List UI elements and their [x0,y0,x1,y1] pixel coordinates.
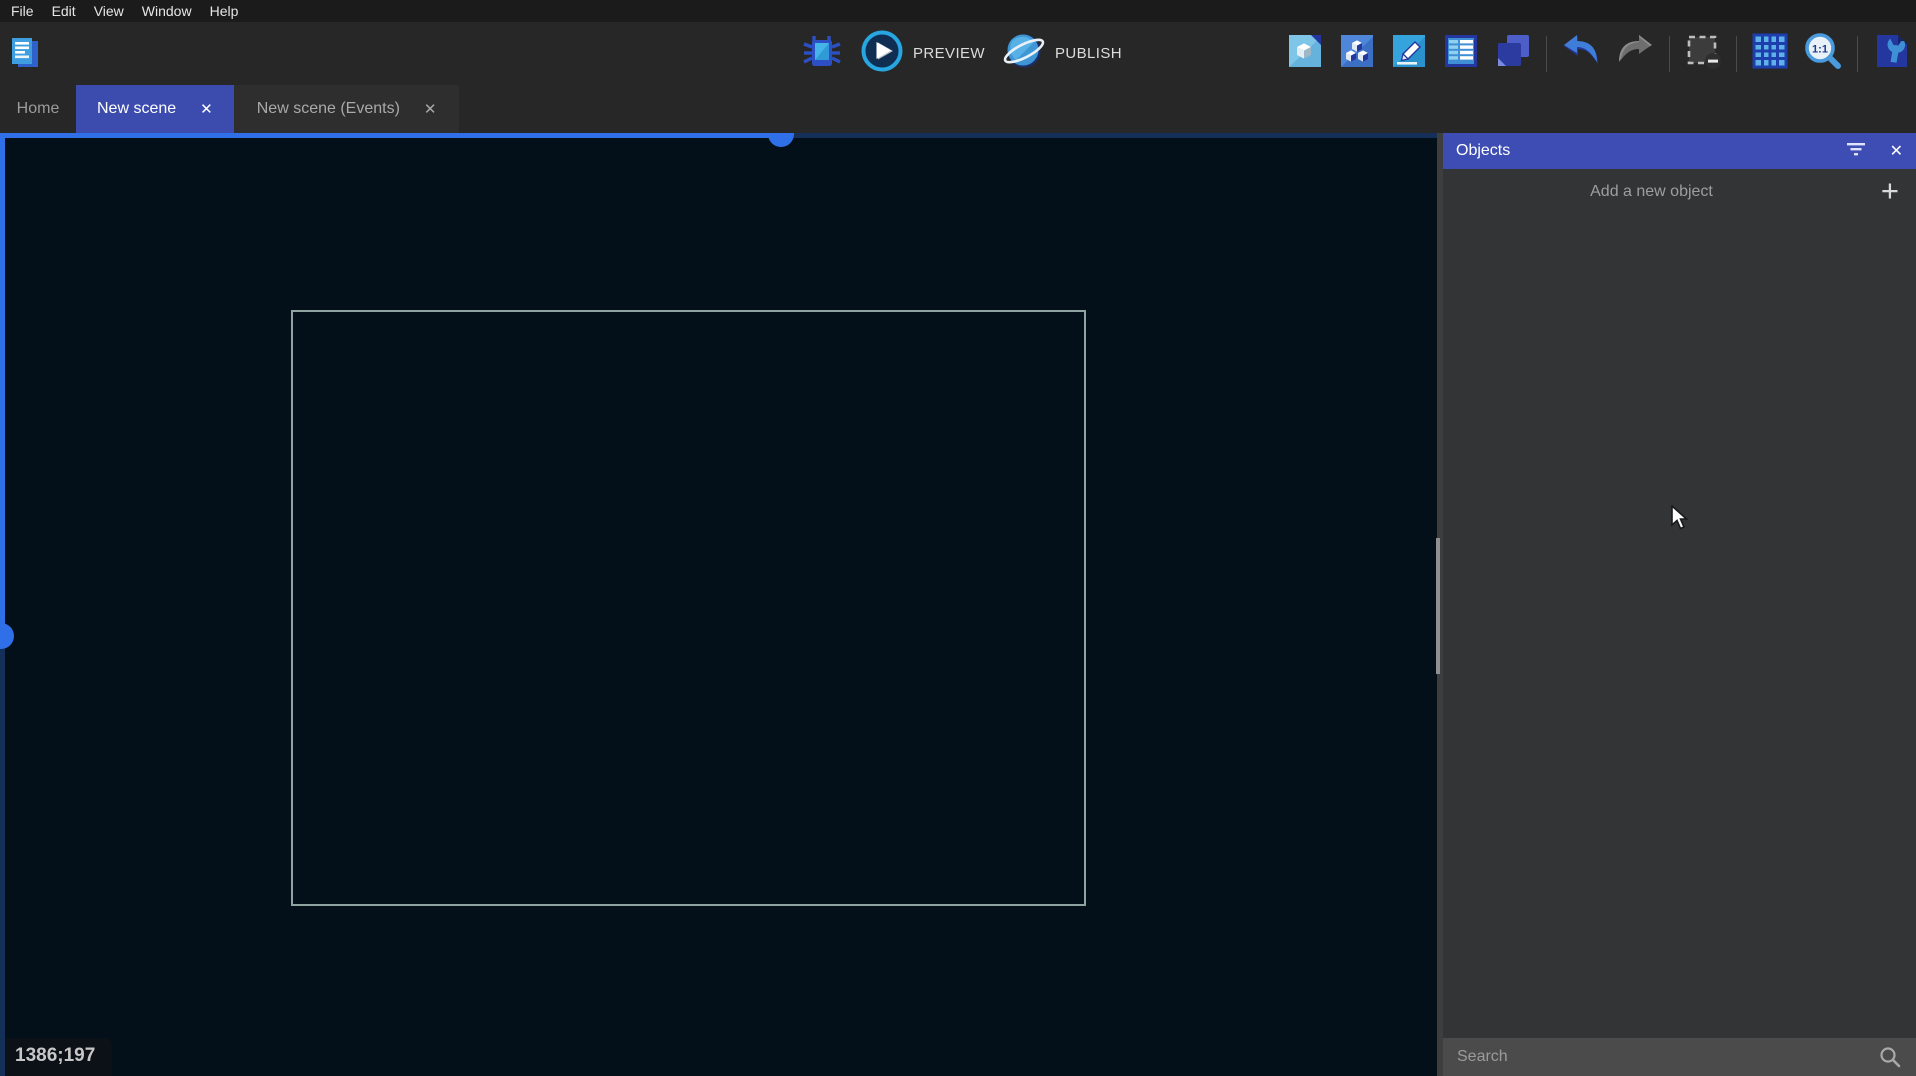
grid-button[interactable] [1751,32,1789,75]
menu-file[interactable]: File [2,0,43,22]
object-groups-button[interactable] [1338,32,1376,75]
filter-button[interactable] [1846,141,1866,162]
scene-properties-button[interactable] [1872,32,1910,75]
toolbar-separator [1736,36,1737,72]
publish-button[interactable]: PUBLISH [1002,29,1122,78]
filter-icon [1846,141,1866,162]
redo-button[interactable] [1615,33,1655,74]
panel-resize-handle[interactable] [1436,538,1440,674]
properties-button[interactable] [1390,32,1428,75]
main-area: 1386;197 Objects ✕ Add a new object + [0,133,1916,1076]
preview-play-icon [860,29,904,78]
toolbar: PREVIEW PUBLISH [0,22,1916,85]
tab-bar: Home New scene ✕ New scene (Events) ✕ [0,85,1916,133]
menu-window[interactable]: Window [133,0,201,22]
zoom-original-button[interactable]: 1:1 [1803,31,1843,76]
layers-icon [1494,32,1532,75]
preview-label: PREVIEW [913,45,985,62]
layers-button[interactable] [1494,32,1532,75]
objects-panel-header: Objects ✕ [1443,133,1916,169]
undo-arrow-icon [1561,33,1601,74]
project-manager-icon [7,35,43,76]
toolbar-separator [1857,36,1858,72]
project-manager-button[interactable] [7,35,43,76]
objects-panel-close-button[interactable]: ✕ [1890,141,1903,161]
tab-home-label: Home [17,100,60,118]
add-new-object-label: Add a new object [1443,183,1860,201]
svg-text:1:1: 1:1 [1812,44,1828,56]
tab-new-scene-events[interactable]: New scene (Events) ✕ [234,85,460,133]
add-new-object-button[interactable]: Add a new object + [1443,169,1916,215]
menu-view[interactable]: View [85,0,133,22]
tab-home[interactable]: Home [0,85,76,133]
zoom-1-1-icon: 1:1 [1803,31,1843,76]
objects-editor-icon [1286,32,1324,75]
menu-bar: File Edit View Window Help [0,0,1916,22]
deselect-dashed-square-icon [1684,32,1722,75]
objects-search-input[interactable] [1457,1048,1878,1066]
menu-edit[interactable]: Edit [43,0,85,22]
publish-planet-icon [1002,29,1046,78]
objects-list-empty-area[interactable] [1443,215,1916,1038]
game-resolution-frame [291,310,1086,906]
tab-close-icon[interactable]: ✕ [424,100,437,118]
objects-panel: Objects ✕ Add a new object + [1443,133,1916,1076]
debugger-button[interactable] [801,30,843,77]
tab-close-icon[interactable]: ✕ [200,100,213,118]
properties-pencil-icon [1390,32,1428,75]
scene-properties-wrench-icon [1872,32,1910,75]
instances-list-icon [1442,32,1480,75]
panel-resize-divider[interactable] [1437,133,1443,1076]
toolbar-center-group: PREVIEW PUBLISH [801,22,1122,85]
publish-label: PUBLISH [1055,45,1122,62]
search-icon [1878,1045,1910,1069]
tab-new-scene[interactable]: New scene ✕ [76,85,234,133]
canvas-vertical-scrollbar-fill [0,133,5,638]
objects-search-bar [1443,1038,1916,1076]
objects-panel-title: Objects [1456,142,1822,160]
debugger-bug-icon [801,30,843,77]
canvas-horizontal-scrollbar-fill [0,133,781,138]
toolbar-right-group: 1:1 [1286,22,1910,85]
undo-button[interactable] [1561,33,1601,74]
menu-help[interactable]: Help [201,0,248,22]
preview-button[interactable]: PREVIEW [860,29,985,78]
plus-icon: + [1881,172,1899,210]
toolbar-separator [1546,36,1547,72]
tab-new-scene-label: New scene [97,100,176,118]
canvas-horizontal-scrollbar-thumb[interactable] [768,133,794,147]
redo-arrow-icon [1615,33,1655,74]
object-groups-icon [1338,32,1376,75]
toolbar-separator [1669,36,1670,72]
grid-icon [1751,32,1789,75]
objects-editor-button[interactable] [1286,32,1324,75]
cursor-coordinates: 1386;197 [5,1038,112,1076]
deselect-button[interactable] [1684,32,1722,75]
scene-canvas[interactable]: 1386;197 [0,133,1437,1076]
canvas-vertical-scrollbar-thumb[interactable] [0,623,14,649]
instances-list-button[interactable] [1442,32,1480,75]
tab-new-scene-events-label: New scene (Events) [257,100,400,118]
